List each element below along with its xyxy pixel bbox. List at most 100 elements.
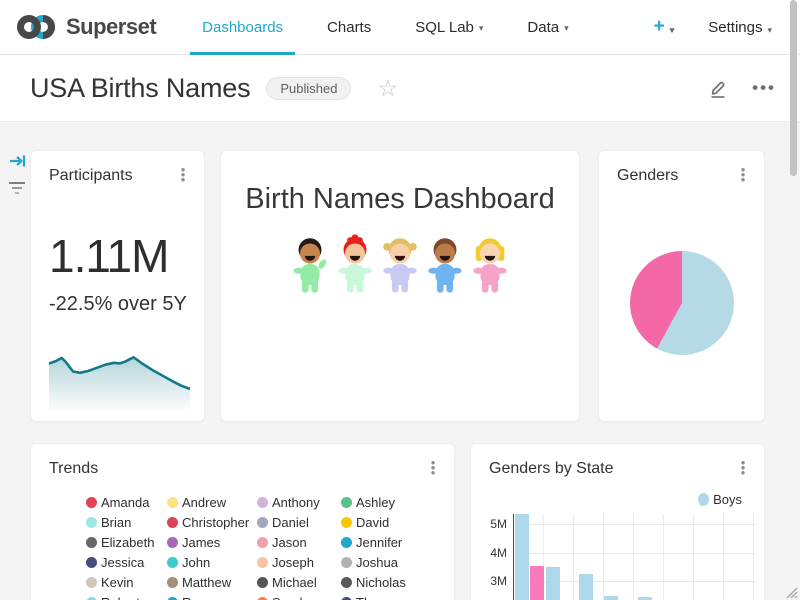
kid-pink xyxy=(469,233,511,297)
bar-2 xyxy=(546,567,560,600)
legend-dot xyxy=(341,537,352,548)
chevron-down-icon: ▾ xyxy=(767,25,772,35)
page-title: USA Births Names xyxy=(30,73,250,104)
legend-label: Sarah xyxy=(272,595,307,600)
legend-label: Jason xyxy=(272,535,307,550)
nav-item-data[interactable]: Data▾ xyxy=(505,0,590,55)
dashboard-header-bar: USA Births Names Published ☆ ••• xyxy=(0,55,800,122)
legend-label: Anthony xyxy=(272,495,320,510)
card-genders-by-state: Genders by State ••• Boys 5M4M3M xyxy=(470,443,765,600)
legend-item-jessica[interactable]: Jessica xyxy=(86,552,167,572)
chart-menu-icon[interactable]: ••• xyxy=(736,167,750,182)
filter-funnel-icon[interactable] xyxy=(8,180,26,196)
superset-infinity-icon xyxy=(14,12,58,42)
y-axis-tick-label: 5M xyxy=(481,517,507,531)
legend-item-brian[interactable]: Brian xyxy=(86,512,167,532)
published-badge[interactable]: Published xyxy=(266,77,351,100)
settings-menu[interactable]: Settings▾ xyxy=(708,19,772,36)
legend-item-jason[interactable]: Jason xyxy=(257,532,341,552)
legend-item-jennifer[interactable]: Jennifer xyxy=(341,532,441,552)
trends-legend: Amanda Andrew Anthony Ashley Brian Chris… xyxy=(86,492,446,600)
chart-menu-icon[interactable]: ••• xyxy=(176,167,190,182)
chart-menu-icon[interactable]: ••• xyxy=(426,460,440,475)
legend-dot xyxy=(86,597,97,600)
legend-item-anthony[interactable]: Anthony xyxy=(257,492,341,512)
bar-0 xyxy=(515,514,529,600)
genders-by-state-bar-chart: 5M4M3M xyxy=(471,444,765,600)
legend-item-nicholas[interactable]: Nicholas xyxy=(341,572,441,592)
big-number-subheader: -22.5% over 5Y xyxy=(49,293,187,316)
gridline xyxy=(693,514,694,600)
nav-menu: DashboardsChartsSQL Lab▾Data▾ xyxy=(180,0,590,55)
legend-dot xyxy=(86,577,97,588)
legend-item-ryan[interactable]: Ryan xyxy=(167,592,257,600)
top-nav: Superset DashboardsChartsSQL Lab▾Data▾ +… xyxy=(0,0,800,55)
gridline xyxy=(573,514,574,600)
legend-dot xyxy=(86,537,97,548)
gridline xyxy=(513,553,756,554)
legend-item-joseph[interactable]: Joseph xyxy=(257,552,341,572)
chart-title: Participants xyxy=(49,167,133,185)
legend-label: Ashley xyxy=(356,495,395,510)
children-illustration xyxy=(221,233,579,297)
legend-item-joshua[interactable]: Joshua xyxy=(341,552,441,572)
legend-label: James xyxy=(182,535,220,550)
legend-dot xyxy=(341,577,352,588)
kid-green xyxy=(289,233,331,297)
superset-logo[interactable]: Superset xyxy=(14,12,156,42)
legend-dot xyxy=(167,557,178,568)
legend-label: John xyxy=(182,555,210,570)
more-actions-icon[interactable]: ••• xyxy=(752,78,776,98)
legend-dot xyxy=(86,517,97,528)
big-number-value: 1.11M xyxy=(49,229,168,283)
resize-handle-icon[interactable] xyxy=(783,584,798,599)
gridline xyxy=(663,514,664,600)
legend-item-james[interactable]: James xyxy=(167,532,257,552)
nav-item-sql-lab[interactable]: SQL Lab▾ xyxy=(393,0,505,55)
legend-item-kevin[interactable]: Kevin xyxy=(86,572,167,592)
legend-dot xyxy=(86,557,97,568)
legend-label: Matthew xyxy=(182,575,231,590)
vertical-scrollbar[interactable] xyxy=(790,0,797,176)
kid-mint xyxy=(334,233,376,297)
card-participants: Participants ••• 1.11M -22.5% over 5Y xyxy=(30,150,205,422)
nav-item-charts[interactable]: Charts xyxy=(305,0,393,55)
legend-item-robert[interactable]: Robert xyxy=(86,592,167,600)
favorite-star-icon[interactable]: ☆ xyxy=(377,77,398,100)
legend-item-amanda[interactable]: Amanda xyxy=(86,492,167,512)
legend-item-daniel[interactable]: Daniel xyxy=(257,512,341,532)
legend-item-andrew[interactable]: Andrew xyxy=(167,492,257,512)
add-new-button[interactable]: +▾ xyxy=(654,16,675,38)
legend-dot xyxy=(167,597,178,600)
legend-item-thomas[interactable]: Thomas xyxy=(341,592,441,600)
bar-4 xyxy=(604,596,618,600)
chevron-down-icon: ▾ xyxy=(479,23,484,34)
card-genders: Genders ••• xyxy=(598,150,765,422)
gridline xyxy=(513,524,756,525)
legend-item-christopher[interactable]: Christopher xyxy=(167,512,257,532)
chevron-down-icon: ▾ xyxy=(670,25,675,35)
bar-3 xyxy=(579,574,593,600)
legend-dot xyxy=(257,597,268,600)
gridline xyxy=(603,514,604,600)
legend-item-ashley[interactable]: Ashley xyxy=(341,492,441,512)
chart-title: Trends xyxy=(49,460,98,478)
legend-item-john[interactable]: John xyxy=(167,552,257,572)
legend-dot xyxy=(167,517,178,528)
edit-pencil-icon[interactable] xyxy=(706,76,730,100)
legend-dot xyxy=(257,517,268,528)
legend-dot xyxy=(341,557,352,568)
legend-item-michael[interactable]: Michael xyxy=(257,572,341,592)
legend-item-elizabeth[interactable]: Elizabeth xyxy=(86,532,167,552)
chart-title: Genders xyxy=(617,167,678,185)
legend-dot xyxy=(257,537,268,548)
legend-item-sarah[interactable]: Sarah xyxy=(257,592,341,600)
nav-item-dashboards[interactable]: Dashboards xyxy=(180,0,305,55)
y-axis-line xyxy=(513,514,514,600)
legend-label: Joshua xyxy=(356,555,398,570)
expand-filter-bar-icon[interactable] xyxy=(9,152,27,170)
legend-label: Nicholas xyxy=(356,575,406,590)
legend-item-david[interactable]: David xyxy=(341,512,441,532)
legend-item-matthew[interactable]: Matthew xyxy=(167,572,257,592)
gridline xyxy=(723,514,724,600)
